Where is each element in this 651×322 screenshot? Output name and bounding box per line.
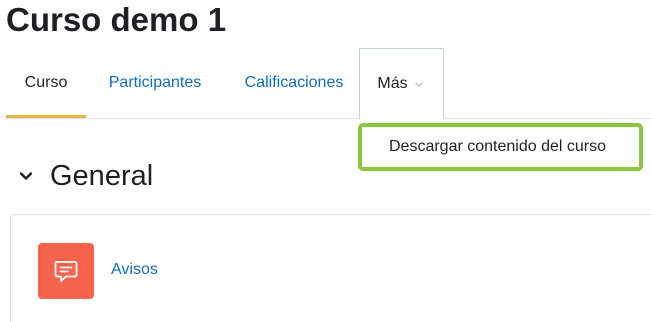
- page-title: Curso demo 1: [6, 1, 227, 38]
- tab-label: Más: [377, 75, 408, 92]
- section-title: General: [50, 160, 154, 192]
- tab-calificaciones[interactable]: Calificaciones: [226, 48, 362, 118]
- tab-label: Calificaciones: [244, 74, 344, 91]
- tab-label: Participantes: [108, 74, 202, 91]
- course-page: Curso demo 1 Curso Participantes Calific…: [0, 0, 651, 322]
- chevron-down-icon: [414, 78, 426, 90]
- activity-link-avisos[interactable]: Avisos: [111, 261, 158, 279]
- tab-participantes[interactable]: Participantes: [90, 48, 220, 118]
- tab-more[interactable]: Más: [359, 48, 444, 119]
- forum-icon: [38, 243, 94, 299]
- course-tabs: Curso Participantes Calificaciones Más: [6, 48, 651, 119]
- section-header: General: [16, 155, 153, 197]
- more-menu-dropdown: Descargar contenido del curso: [358, 123, 643, 171]
- tab-curso[interactable]: Curso: [6, 48, 86, 118]
- collapse-chevron-icon[interactable]: [16, 166, 36, 186]
- menu-item-download-course-content[interactable]: Descargar contenido del curso: [389, 138, 606, 156]
- tab-label: Curso: [24, 74, 68, 91]
- activity-item: Avisos: [10, 214, 651, 322]
